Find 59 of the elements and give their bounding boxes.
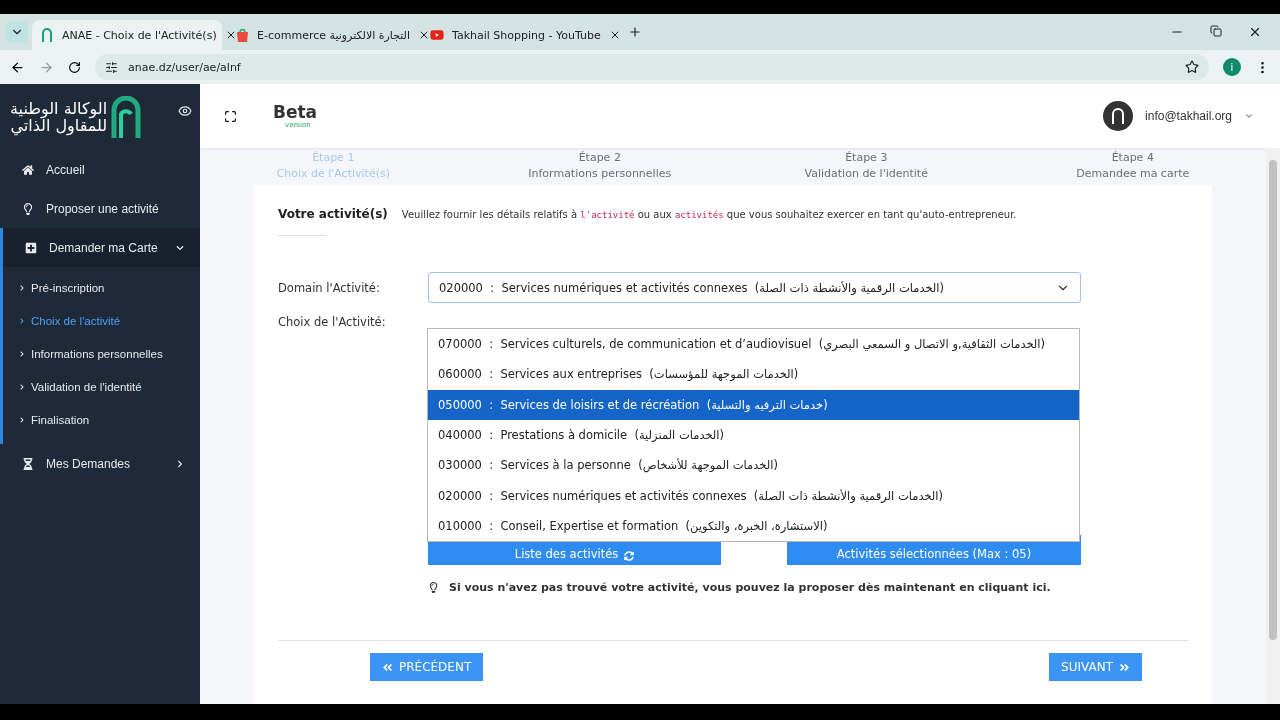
profile-avatar[interactable]: i: [1223, 58, 1241, 76]
step-tab[interactable]: Étape 4 Demandee ma carte: [999, 150, 1266, 185]
video-icon: [430, 28, 444, 42]
close-icon[interactable]: [418, 29, 430, 41]
plus-icon: [25, 241, 37, 254]
star-icon[interactable]: [1185, 60, 1199, 74]
sidebar-item[interactable]: Demander ma Carte: [0, 228, 200, 267]
hint-text[interactable]: Si vous n'avez pas trouvé votre activité, vous pouvez la proposer dès maintenant en cliquant ici.: [449, 581, 1051, 594]
sidebar-subitem[interactable]: Pré-inscription: [3, 271, 200, 304]
sidebar-subitem[interactable]: Finalisation: [3, 403, 200, 436]
eye-icon[interactable]: [178, 104, 192, 118]
tab-list-button[interactable]: [6, 21, 28, 43]
address-bar[interactable]: anae.dz/user/ae/alnf: [95, 54, 1209, 80]
lightbulb-icon: [428, 582, 439, 593]
step-tab[interactable]: Étape 3 Validation de l'identité: [733, 150, 1000, 185]
user-avatar[interactable]: [1103, 101, 1134, 131]
home-icon: [22, 163, 34, 176]
field-label: Choix de l'Activité:: [278, 315, 387, 329]
sidebar-subitem[interactable]: Validation de l'identité: [3, 370, 200, 403]
browser-tab[interactable]: E-commerce التجارة الالكترونية: [226, 20, 416, 50]
dropdown-option[interactable]: 050000 : Services de loisirs et de récréation (خدمات الترفيه والتسلية): [428, 389, 1079, 420]
back-icon[interactable]: [10, 59, 25, 75]
card-title: Votre activité(s): [278, 207, 388, 221]
refresh-icon: [624, 551, 635, 561]
browser-tab[interactable]: Takhail Shopping - YouTube: [420, 20, 620, 50]
chevron-right-icon: [19, 383, 25, 390]
url-text: anae.dz/user/ae/alnf: [128, 60, 242, 74]
hourglass-icon: [22, 457, 34, 470]
shopping-bag-icon: [236, 28, 249, 42]
logo-icon: [42, 28, 54, 42]
chevron-right-icon: [19, 416, 25, 423]
chevron-right-icon: [19, 317, 25, 324]
sidebar-item[interactable]: Proposer une activité: [0, 189, 200, 228]
brand-text: Beta: [273, 103, 318, 121]
intro-text: Veuillez fournir les détails relatifs à l'activité ou aux activités que vous souhaitez exercer en tant qu'auto-entrepreneur.: [401, 209, 1017, 220]
site-settings-icon[interactable]: [105, 60, 118, 74]
step-tab[interactable]: Étape 2 Informations personnelles: [466, 150, 733, 185]
double-right-icon: [1119, 661, 1130, 673]
chevron-right-icon: [176, 459, 184, 468]
sidebar-item[interactable]: Accueil: [0, 150, 200, 189]
fullscreen-icon[interactable]: [224, 109, 237, 123]
sidebar-subitem[interactable]: Informations personnelles: [3, 337, 200, 370]
restore-icon[interactable]: [1210, 25, 1222, 37]
logo-text: الوكالة الوطنية للمقاول الذاتي: [10, 100, 108, 134]
domain-select[interactable]: 020000 : Services numériques et activités connexes (الخدمات الرقمية والأنشطة ذات الصلة): [428, 272, 1081, 303]
chevron-right-icon: [19, 284, 25, 291]
user-email[interactable]: info@takhail.org: [1145, 109, 1232, 123]
plus-icon: [628, 25, 642, 39]
field-label: Domain l'Activité:: [278, 280, 381, 295]
chevron-right-icon: [19, 350, 25, 357]
chevron-down-icon: [176, 243, 184, 252]
sidebar-subitem[interactable]: Choix de l'activité: [3, 304, 200, 337]
close-icon[interactable]: [1248, 25, 1262, 39]
scrollbar[interactable]: [1266, 148, 1280, 704]
chevron-down-icon[interactable]: [1244, 111, 1254, 121]
lightbulb-icon: [22, 202, 34, 215]
reload-icon[interactable]: [68, 60, 81, 74]
double-left-icon: [382, 661, 393, 673]
sidebar-item[interactable]: Mes Demandes: [0, 444, 200, 483]
